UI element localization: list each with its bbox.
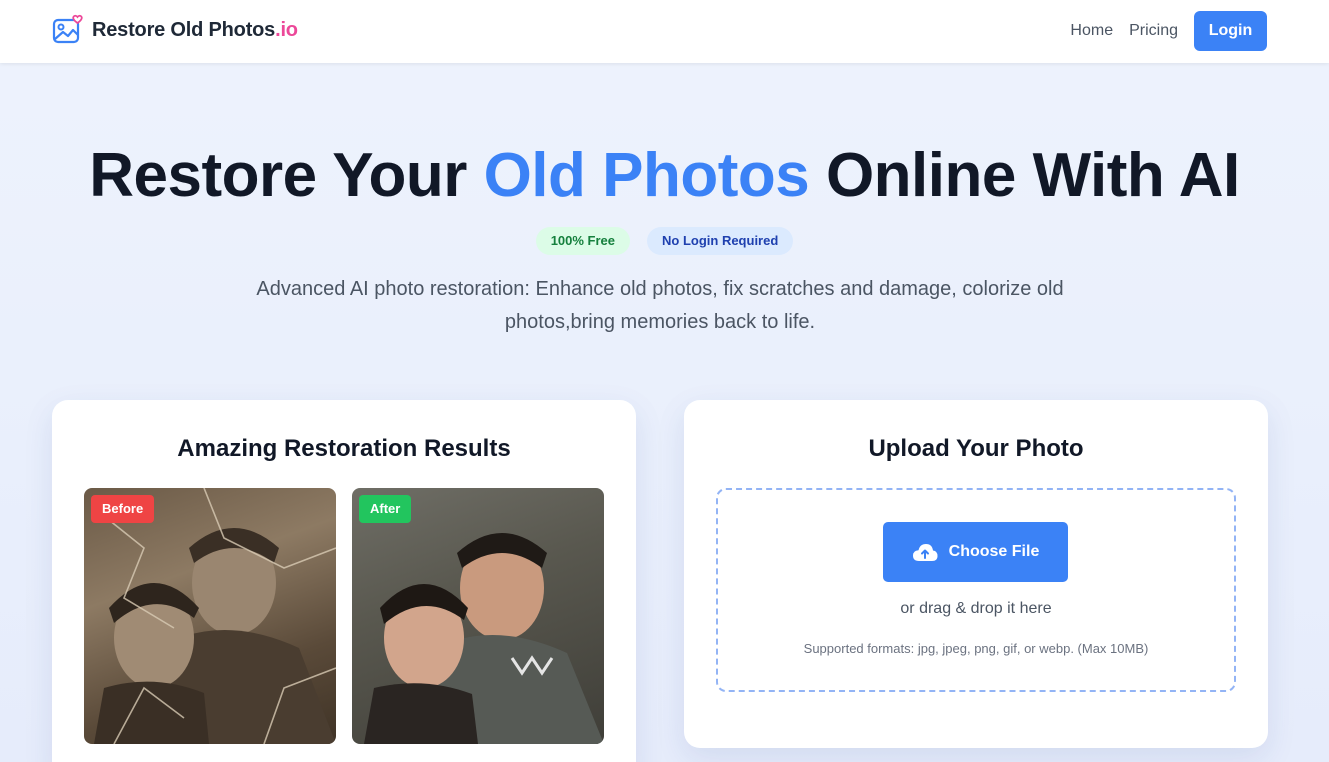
hero-subtitle: Advanced AI photo restoration: Enhance o… [256, 278, 1064, 333]
results-card: Amazing Restoration Results Before After [52, 400, 636, 762]
upload-dropzone[interactable]: Choose File or drag & drop it here Suppo… [716, 488, 1236, 692]
after-photo-illustration [364, 533, 604, 744]
logo-text: Restore Old Photos.io [92, 18, 298, 41]
free-badge: 100% Free [535, 227, 631, 255]
hero-title-accent: Old Photos [483, 141, 810, 210]
upload-card: Upload Your Photo Choose File or drag & … [684, 400, 1268, 748]
login-button[interactable]: Login [1194, 11, 1267, 51]
before-tag: Before [91, 495, 155, 523]
logo-accent: .io [275, 18, 298, 41]
hero-title: Restore Your Old Photos Online With AI [0, 140, 1329, 211]
site-logo[interactable]: Restore Old Photos.io [52, 14, 298, 46]
nav-pricing-link[interactable]: Pricing [1129, 22, 1178, 40]
drag-drop-text: or drag & drop it here [900, 600, 1052, 617]
results-title: Amazing Restoration Results [177, 435, 511, 462]
before-photo-illustration [93, 488, 336, 744]
cloud-upload-icon [912, 544, 938, 561]
hero-title-part2: Online With AI [809, 141, 1240, 210]
nav-home-link[interactable]: Home [1070, 22, 1113, 40]
image-heart-logo-icon [52, 14, 83, 44]
no-login-badge: No Login Required [647, 227, 794, 255]
upload-title: Upload Your Photo [868, 435, 1084, 462]
choose-file-button[interactable]: Choose File [883, 522, 1068, 582]
supported-formats-text: Supported formats: jpg, jpeg, png, gif, … [803, 641, 1149, 656]
site-header: Restore Old Photos.io Home Pricing Login [0, 0, 1329, 63]
hero-title-part1: Restore Your [89, 141, 484, 210]
before-photo: Before [84, 488, 336, 744]
feature-badges: 100% Free No Login Required [0, 227, 1329, 255]
top-nav: Home Pricing Login [1070, 11, 1267, 51]
after-tag: After [359, 495, 412, 523]
after-photo: After [352, 488, 604, 744]
choose-file-label: Choose File [948, 543, 1040, 560]
